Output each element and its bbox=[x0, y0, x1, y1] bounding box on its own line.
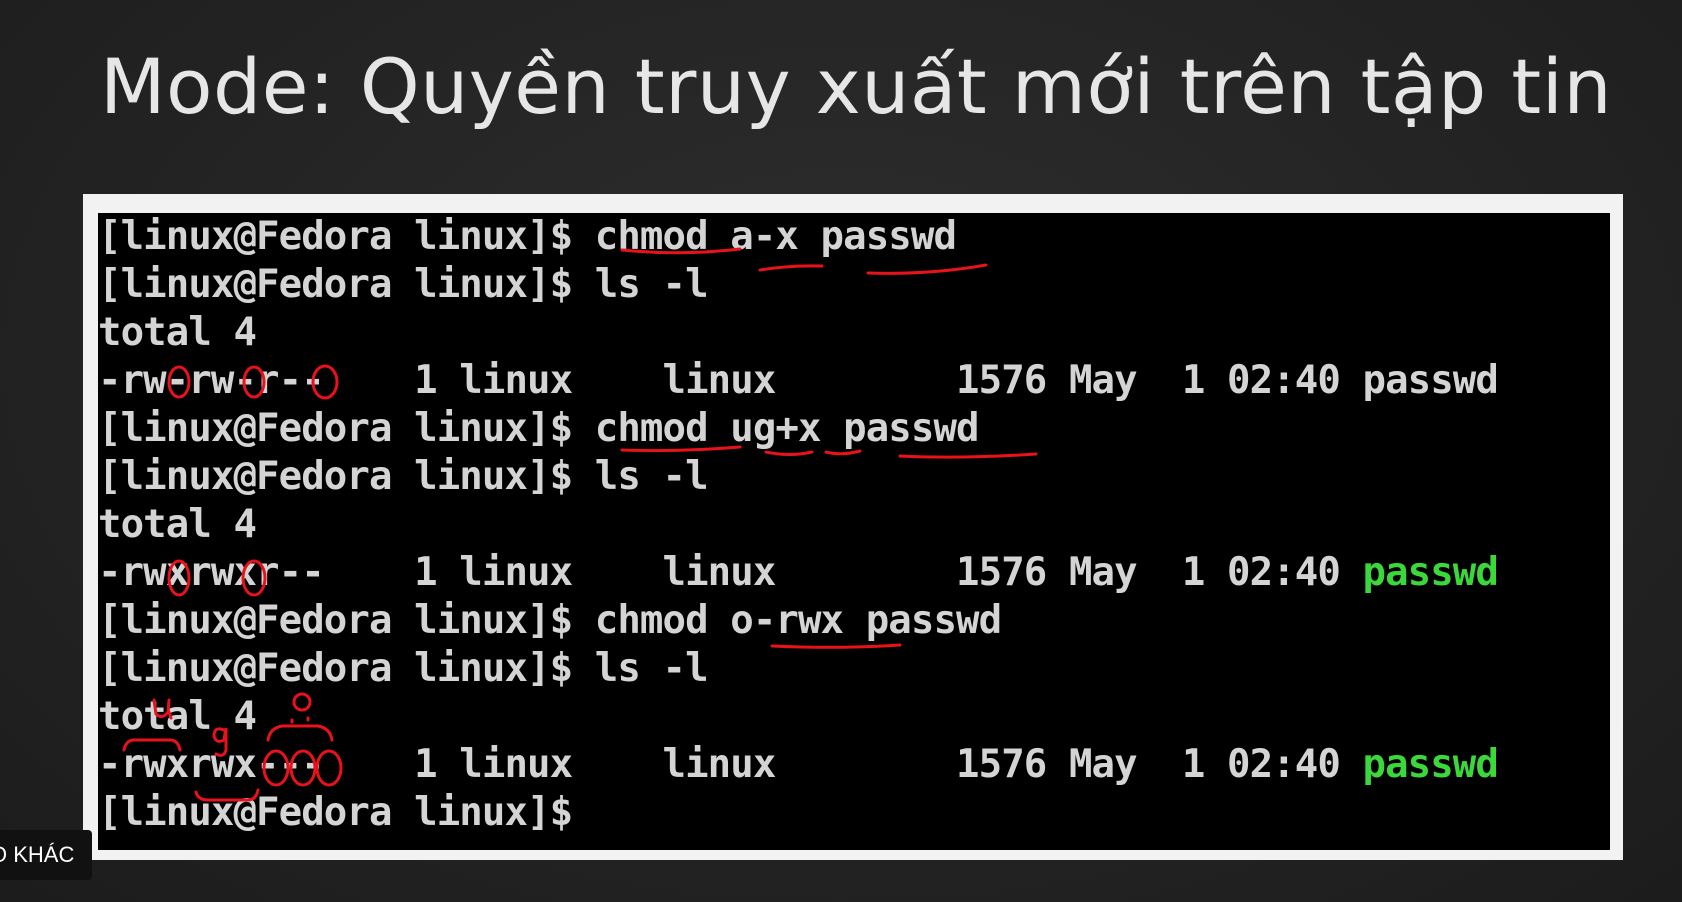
terminal-line-1: [linux@Fedora linux]$ chmod a-x passwd bbox=[98, 214, 957, 259]
terminal-line-5: [linux@Fedora linux]$ chmod ug+x passwd bbox=[98, 406, 980, 451]
terminal-line-7: total 4 bbox=[98, 502, 257, 547]
terminal-line-8: -rwxrwxr-- 1 linux linux 1576 May 1 02:4… bbox=[98, 550, 1499, 595]
terminal-line-13: [linux@Fedora linux]$ bbox=[98, 790, 573, 835]
terminal-line-11: total 4 bbox=[98, 694, 257, 739]
terminal-line-2: [linux@Fedora linux]$ ls -l bbox=[98, 262, 709, 307]
terminal-line-9: [linux@Fedora linux]$ chmod o-rwx passwd bbox=[98, 598, 1002, 643]
terminal-screen: [linux@Fedora linux]$ chmod a-x passwd [… bbox=[98, 213, 1610, 850]
filename-executable: passwd bbox=[1362, 742, 1498, 787]
terminal-line-12: -rwxrwx--- 1 linux linux 1576 May 1 02:4… bbox=[98, 742, 1499, 787]
filename: passwd bbox=[1362, 358, 1498, 403]
filename-executable: passwd bbox=[1362, 550, 1498, 595]
terminal-line-3: total 4 bbox=[98, 310, 257, 355]
terminal-line-4: -rw-rw-r-- 1 linux linux 1576 May 1 02:4… bbox=[98, 358, 1499, 403]
terminal-line-6: [linux@Fedora linux]$ ls -l bbox=[98, 454, 709, 499]
video-badge[interactable]: O KHÁC bbox=[0, 830, 92, 880]
slide-title: Mode: Quyền truy xuất mới trên tập tin bbox=[99, 42, 1613, 131]
terminal-line-10: [linux@Fedora linux]$ ls -l bbox=[98, 646, 709, 691]
